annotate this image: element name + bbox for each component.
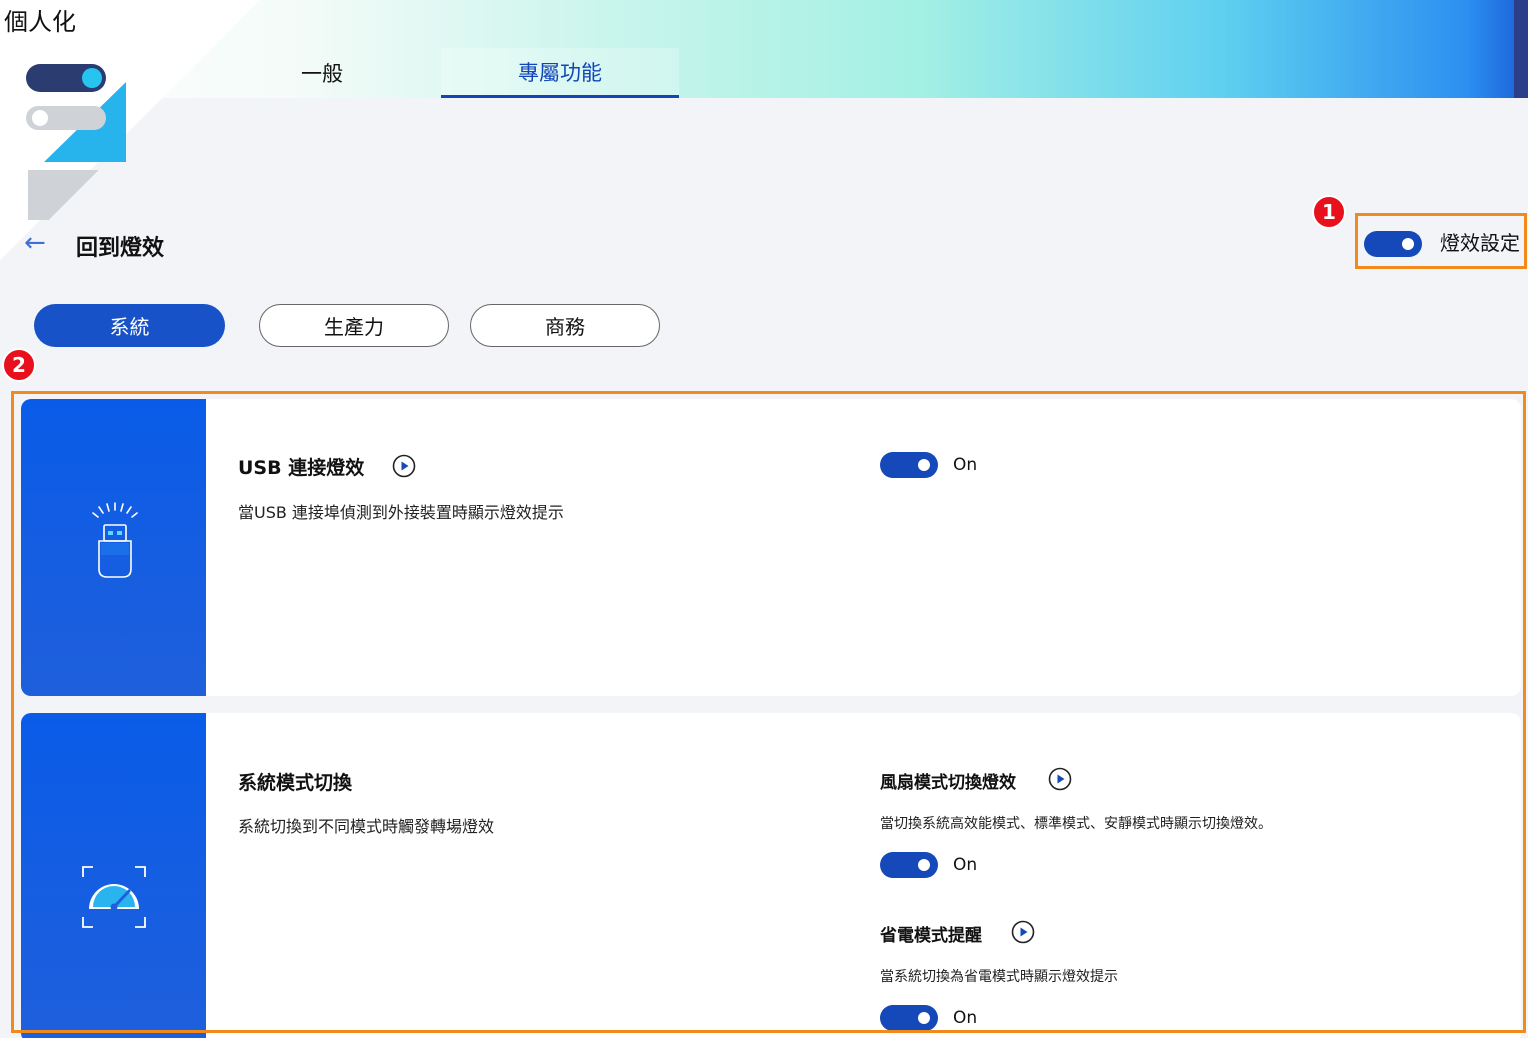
usb-lighting-card: USB 連接燈效 當USB 連接埠偵測到外接裝置時顯示燈效提示 On [21,399,1521,696]
fan-mode-play-preview-icon[interactable] [1048,767,1072,791]
app-title: 個人化 [4,8,76,36]
fan-mode-description: 當切換系統高效能模式、標準模式、安靜模式時顯示切換燈效。 [880,816,1272,832]
speedometer-icon [82,866,146,928]
category-business-button[interactable]: 商務 [470,304,660,347]
system-mode-title: 系統模式切換 [238,772,353,794]
category-productivity-button[interactable]: 生產力 [259,304,449,347]
usb-lighting-description: 當USB 連接埠偵測到外接裝置時顯示燈效提示 [238,503,564,522]
fan-mode-state: On [953,855,978,875]
usb-card-side [21,399,206,696]
usb-play-preview-icon[interactable] [392,454,416,478]
annotation-badge-2: 2 [2,348,36,382]
system-mode-card-side [21,713,206,1038]
power-saving-toggle[interactable] [880,1005,938,1031]
power-saving-title: 省電模式提醒 [880,926,982,946]
header-band-edge [1514,0,1528,98]
usb-lighting-title: USB 連接燈效 [238,457,365,479]
logo-toggle-on [26,64,106,92]
fan-mode-toggle[interactable] [880,852,938,878]
logo-toggle-off [26,106,106,130]
usb-lighting-toggle[interactable] [880,452,938,478]
power-saving-play-preview-icon[interactable] [1011,920,1035,944]
personalization-logo-icon [4,44,126,162]
system-mode-description: 系統切換到不同模式時觸發轉場燈效 [238,817,495,836]
usb-lighting-state: On [953,455,978,475]
power-saving-description: 當系統切換為省電模式時顯示燈效提示 [880,969,1118,985]
lighting-setting-label: 燈效設定 [1440,230,1520,255]
annotation-badge-1: 1 [1312,195,1346,229]
fan-mode-title: 風扇模式切換燈效 [880,773,1016,793]
category-system-button[interactable]: 系統 [34,304,225,347]
back-arrow-icon[interactable]: ← [24,228,46,258]
system-mode-card: 系統模式切換 系統切換到不同模式時觸發轉場燈效 風扇模式切換燈效 當切換系統高效… [21,713,1521,1038]
tab-general[interactable]: 一般 [262,48,382,98]
page-title: 回到燈效 [76,236,165,261]
tab-exclusive-features[interactable]: 專屬功能 [441,48,679,98]
lighting-setting-group: 燈效設定 [1355,213,1527,269]
logo-shadow [28,170,120,220]
lighting-setting-toggle[interactable] [1364,231,1422,257]
power-saving-state: On [953,1008,978,1028]
usb-drive-icon [92,502,138,578]
